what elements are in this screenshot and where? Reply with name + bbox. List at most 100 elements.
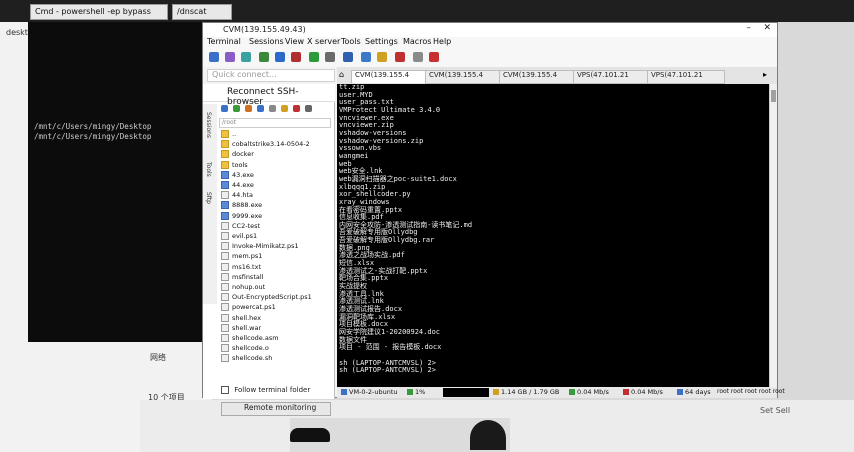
close-icon[interactable]: ✕ bbox=[763, 23, 771, 33]
minimize-icon[interactable]: – bbox=[747, 23, 752, 33]
sftp-file-name: 43.exe bbox=[232, 170, 254, 179]
sftp-file-row[interactable]: evil.ps1 bbox=[221, 232, 257, 240]
remote-monitoring-button[interactable]: Remote monitoring bbox=[221, 402, 331, 416]
menu-sessions[interactable]: Sessions bbox=[249, 37, 284, 46]
sftp-path-input[interactable]: /root bbox=[219, 118, 331, 128]
file-icon bbox=[221, 170, 229, 179]
follow-label: Follow terminal folder bbox=[234, 386, 311, 394]
sftp-file-name: shell.hex bbox=[232, 313, 262, 322]
multiexec-icon[interactable] bbox=[325, 52, 335, 62]
session-tab[interactable]: VPS(47.101.21 bbox=[573, 70, 651, 84]
menu-tools[interactable]: Tools bbox=[341, 37, 361, 46]
sftp-file-row[interactable]: shellcode.sh bbox=[221, 354, 272, 363]
session-tab[interactable]: VPS(47.101.21 bbox=[647, 70, 725, 84]
sftp-file-row[interactable]: powercat.ps1 bbox=[221, 303, 276, 312]
sftp-file-row[interactable]: 9999.exe bbox=[221, 211, 262, 220]
file-icon bbox=[221, 313, 229, 322]
file-icon bbox=[221, 334, 229, 342]
sftp-file-row[interactable]: ms16.txt bbox=[221, 262, 261, 271]
menu-xserver[interactable]: X server bbox=[307, 37, 340, 46]
split-icon[interactable] bbox=[309, 52, 319, 62]
session-tab[interactable]: CVM(139.155.4 bbox=[499, 70, 577, 84]
sftp-file-row[interactable]: Invoke-Mimikatz.ps1 bbox=[221, 242, 299, 251]
sftp-file-row[interactable]: .. bbox=[221, 130, 236, 138]
sftp-file-row[interactable]: Out-EncryptedScript.ps1 bbox=[221, 293, 312, 302]
status-down: 0.04 Mb/s bbox=[623, 388, 663, 396]
tunneling-icon[interactable] bbox=[343, 52, 353, 62]
host-tab-powershell[interactable]: Cmd - powershell -ep bypass bbox=[30, 4, 168, 20]
new-file-icon[interactable] bbox=[269, 105, 276, 112]
exit-icon[interactable] bbox=[429, 52, 439, 62]
menu-macros[interactable]: Macros bbox=[403, 37, 431, 46]
tools-icon[interactable] bbox=[241, 52, 251, 62]
menu-terminal[interactable]: Terminal bbox=[207, 37, 241, 46]
sftp-file-row[interactable]: shell.hex bbox=[221, 313, 262, 322]
uptime-icon bbox=[677, 389, 683, 395]
sftp-file-name: shellcode.asm bbox=[232, 334, 279, 342]
folder-icon bbox=[221, 130, 229, 138]
refresh-icon[interactable] bbox=[257, 105, 264, 112]
sftp-file-row[interactable]: 8888.exe bbox=[221, 201, 262, 210]
session-icon[interactable] bbox=[209, 52, 219, 62]
session-tab[interactable]: CVM(139.155.4 bbox=[425, 70, 503, 84]
terminal-line: 渗透测试之-实战打靶.pptx bbox=[339, 266, 428, 275]
sftp-file-row[interactable]: docker bbox=[221, 150, 254, 159]
follow-terminal-folder-checkbox[interactable]: Follow terminal folder bbox=[221, 386, 331, 394]
sftp-file-row[interactable]: shellcode.asm bbox=[221, 334, 279, 342]
folder-icon bbox=[221, 160, 229, 169]
new-folder-icon[interactable] bbox=[281, 105, 288, 112]
sidebar-tab-sftp[interactable]: Sftp bbox=[205, 192, 212, 204]
explorer-row[interactable]: 网络 bbox=[150, 352, 166, 363]
delete-icon[interactable] bbox=[293, 105, 300, 112]
terminal-line: vssown.vbs bbox=[339, 144, 382, 153]
sftp-file-row[interactable]: CC2-test bbox=[221, 221, 260, 230]
reconnect-ssh-browser-button[interactable]: Reconnect SSH-browser bbox=[203, 84, 335, 107]
menu-view[interactable]: View bbox=[285, 37, 304, 46]
sftp-file-list: .. cobaltstrike3.14-0504-2 docker tools 43.e… bbox=[221, 130, 331, 366]
session-tab[interactable]: CVM(139.155.4 bbox=[351, 70, 429, 83]
session-tab-strip: ⌂ CVM(139.155.4 CVM(139.155.4 CVM(139.15… bbox=[337, 67, 777, 84]
file-icon bbox=[221, 354, 229, 363]
upload-icon[interactable] bbox=[245, 105, 252, 112]
terminal-line: 渗透测试报告.docx bbox=[339, 305, 403, 314]
menu-help[interactable]: Help bbox=[433, 37, 451, 46]
games-icon[interactable] bbox=[259, 52, 269, 62]
view-icon[interactable] bbox=[291, 52, 301, 62]
terminal-scrollbar[interactable] bbox=[769, 84, 777, 387]
up-folder-icon[interactable] bbox=[221, 105, 228, 112]
host-tab-dnscat[interactable]: /dnscat bbox=[172, 4, 232, 20]
servers-icon[interactable] bbox=[225, 52, 235, 62]
sidebar-tab-tools[interactable]: Tools bbox=[205, 162, 212, 177]
sftp-file-row[interactable]: 43.exe bbox=[221, 170, 254, 179]
powershell-line: /mnt/c/Users/mingy/Desktop bbox=[34, 132, 152, 141]
sessions-icon[interactable] bbox=[275, 52, 285, 62]
sftp-file-row[interactable]: tools bbox=[221, 160, 248, 169]
checkbox-icon[interactable] bbox=[221, 386, 229, 394]
sftp-file-row[interactable]: 44.exe bbox=[221, 181, 254, 189]
sftp-file-row[interactable]: cobaltstrike3.14-0504-2 bbox=[221, 140, 310, 149]
terminal-line: 网安学院建议1-20200924.doc bbox=[339, 328, 441, 336]
sftp-file-row[interactable]: nohup.out bbox=[221, 283, 265, 291]
sftp-file-row[interactable]: shell.war bbox=[221, 323, 261, 332]
powershell-window[interactable]: /mnt/c/Users/mingy/Desktop /mnt/c/Users/… bbox=[28, 22, 208, 342]
status-host-text: VM-0-2-ubuntu bbox=[349, 388, 398, 396]
settings-icon[interactable] bbox=[377, 52, 387, 62]
quick-connect-input[interactable]: Quick connect... bbox=[207, 69, 335, 82]
tab-scroll-icon[interactable]: ▸ bbox=[763, 70, 767, 79]
menu-settings[interactable]: Settings bbox=[365, 37, 398, 46]
sftp-file-row[interactable]: shellcode.o bbox=[221, 344, 269, 353]
terminal[interactable]: tt.zip user.MYD user_pass.txt VMProtect Ult… bbox=[337, 84, 769, 387]
packages-icon[interactable] bbox=[361, 52, 371, 62]
help-icon[interactable] bbox=[395, 52, 405, 62]
home-icon[interactable]: ⌂ bbox=[339, 70, 344, 79]
sftp-file-row[interactable]: mem.ps1 bbox=[221, 252, 262, 261]
settings-icon[interactable] bbox=[305, 105, 312, 112]
sftp-file-row[interactable]: 44.hta bbox=[221, 191, 253, 200]
download-icon[interactable] bbox=[233, 105, 240, 112]
terminal-line: 漏洞靶场库.xlsx bbox=[339, 312, 396, 321]
scrollbar-thumb[interactable] bbox=[771, 90, 776, 102]
xserver-icon[interactable] bbox=[413, 52, 423, 62]
sidebar-tab-sessions[interactable]: Sessions bbox=[205, 112, 212, 138]
host-tab-strip: Cmd - powershell -ep bypass /dnscat bbox=[0, 0, 854, 22]
sftp-file-row[interactable]: msfinstall bbox=[221, 272, 263, 281]
